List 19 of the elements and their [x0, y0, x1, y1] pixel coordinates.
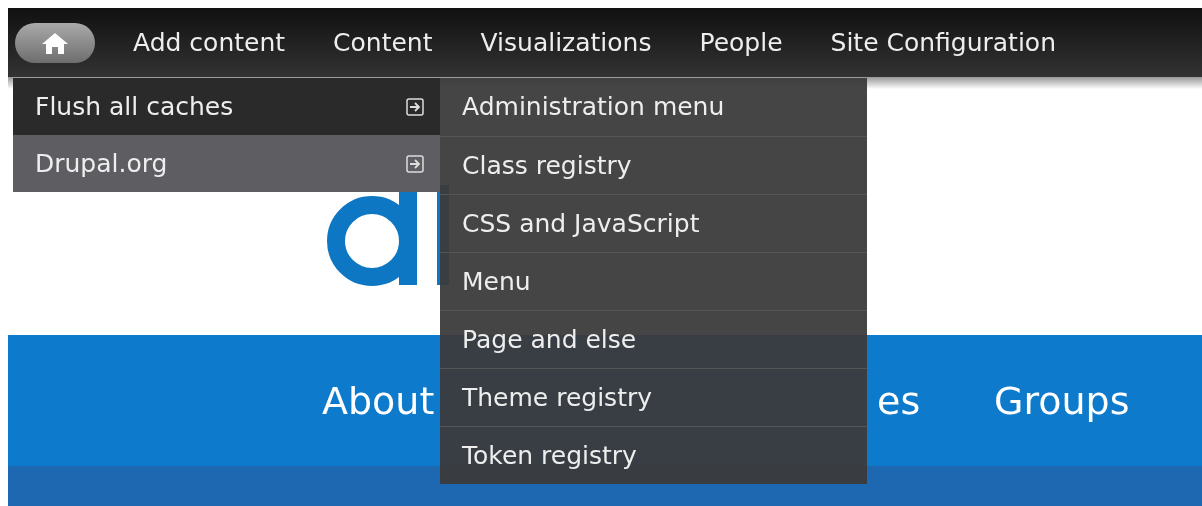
- submenu-item[interactable]: Token registry: [440, 426, 867, 484]
- home-button[interactable]: [15, 22, 95, 63]
- dropdown-link[interactable]: Flush all caches: [13, 78, 440, 135]
- submenu-item[interactable]: Administration menu: [440, 78, 867, 136]
- toolbar-link[interactable]: Add content: [109, 23, 310, 62]
- submenu-item[interactable]: Class registry: [440, 136, 867, 194]
- home-icon: [41, 30, 69, 55]
- toolbar-link[interactable]: People: [675, 23, 807, 62]
- site-nav-link[interactable]: About: [322, 377, 435, 425]
- site-nav-link[interactable]: es: [877, 377, 921, 425]
- toolbar-link[interactable]: Content: [309, 23, 457, 62]
- toolbar-link[interactable]: Site Configuration: [806, 23, 1080, 62]
- submenu-item[interactable]: Theme registry: [440, 368, 867, 426]
- submenu-item[interactable]: Page and else: [440, 310, 867, 368]
- submenu-item[interactable]: CSS and JavaScript: [440, 194, 867, 252]
- submenu-item[interactable]: Menu: [440, 252, 867, 310]
- toolbar-link[interactable]: Visualizations: [456, 23, 676, 62]
- site-nav-link[interactable]: Groups: [994, 377, 1130, 425]
- dropdown-link[interactable]: Drupal.org: [13, 135, 440, 192]
